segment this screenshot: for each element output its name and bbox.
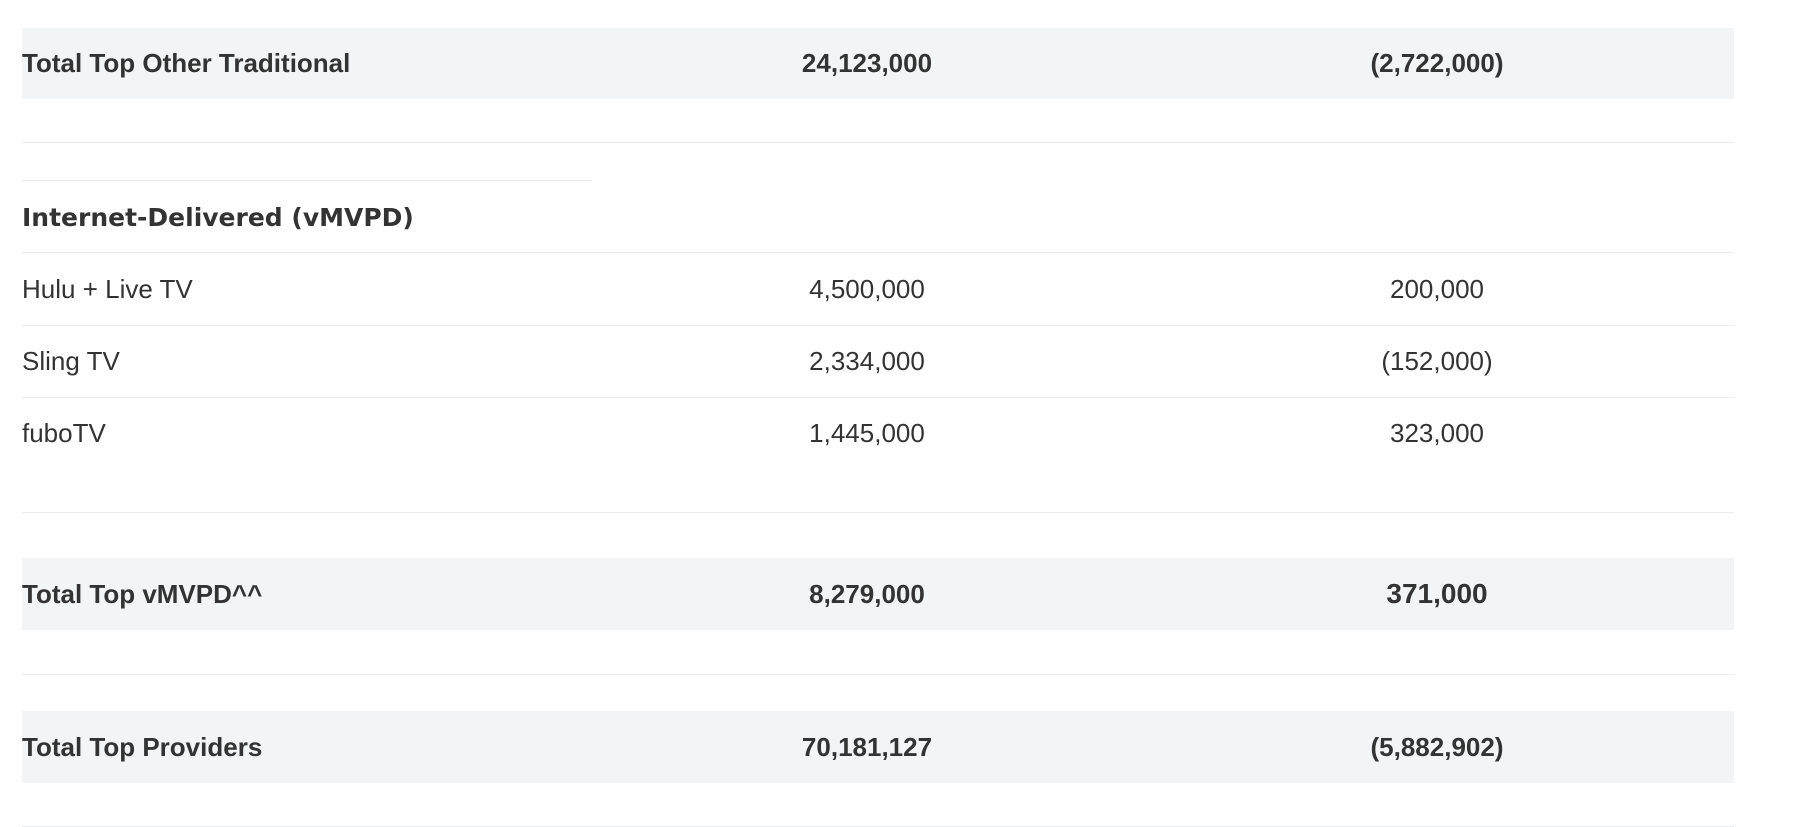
total-row-vmvpd: Total Top vMVPD^^ 8,279,000 371,000 xyxy=(22,558,1734,630)
divider xyxy=(22,674,1734,675)
subscribers-value: 4,500,000 xyxy=(809,273,925,304)
net-adds-value: (2,722,000) xyxy=(1370,48,1504,78)
row-label: Total Top Other Traditional xyxy=(22,48,351,78)
row-label: Total Top vMVPD^^ xyxy=(22,578,263,609)
subscribers-value: 24,123,000 xyxy=(801,48,933,78)
section-heading-vmvpd: Internet-Delivered (vMVPD) xyxy=(22,182,1734,252)
net-adds-value: 323,000 xyxy=(1390,417,1484,448)
row-label: fuboTV xyxy=(22,417,106,448)
subscribers-value: 8,279,000 xyxy=(809,578,925,609)
row-label: Sling TV xyxy=(22,346,120,376)
subscribers-value: 70,181,127 xyxy=(801,731,933,762)
net-adds-value: (152,000) xyxy=(1381,346,1493,376)
table-row: Sling TV 2,334,000 (152,000) xyxy=(22,326,1734,397)
total-row-providers: Total Top Providers 70,181,127 (5,882,90… xyxy=(22,711,1734,783)
divider xyxy=(22,142,1734,143)
subscribers-value: 1,445,000 xyxy=(809,417,925,448)
row-label: Total Top Providers xyxy=(22,731,263,762)
table-row: Hulu + Live TV 4,500,000 200,000 xyxy=(22,253,1734,325)
subscribers-value: 2,334,000 xyxy=(809,346,925,376)
total-row-other-traditional: Total Top Other Traditional 24,123,000 (… xyxy=(22,28,1734,99)
row-label: Hulu + Live TV xyxy=(22,273,193,304)
section-title: Internet-Delivered (vMVPD) xyxy=(22,202,414,232)
divider xyxy=(22,512,1734,513)
net-adds-value: (5,882,902) xyxy=(1370,731,1504,762)
section-divider xyxy=(22,180,592,181)
table-row: fuboTV 1,445,000 323,000 xyxy=(22,398,1734,468)
net-adds-value: 371,000 xyxy=(1386,578,1488,609)
net-adds-value: 200,000 xyxy=(1390,273,1484,304)
